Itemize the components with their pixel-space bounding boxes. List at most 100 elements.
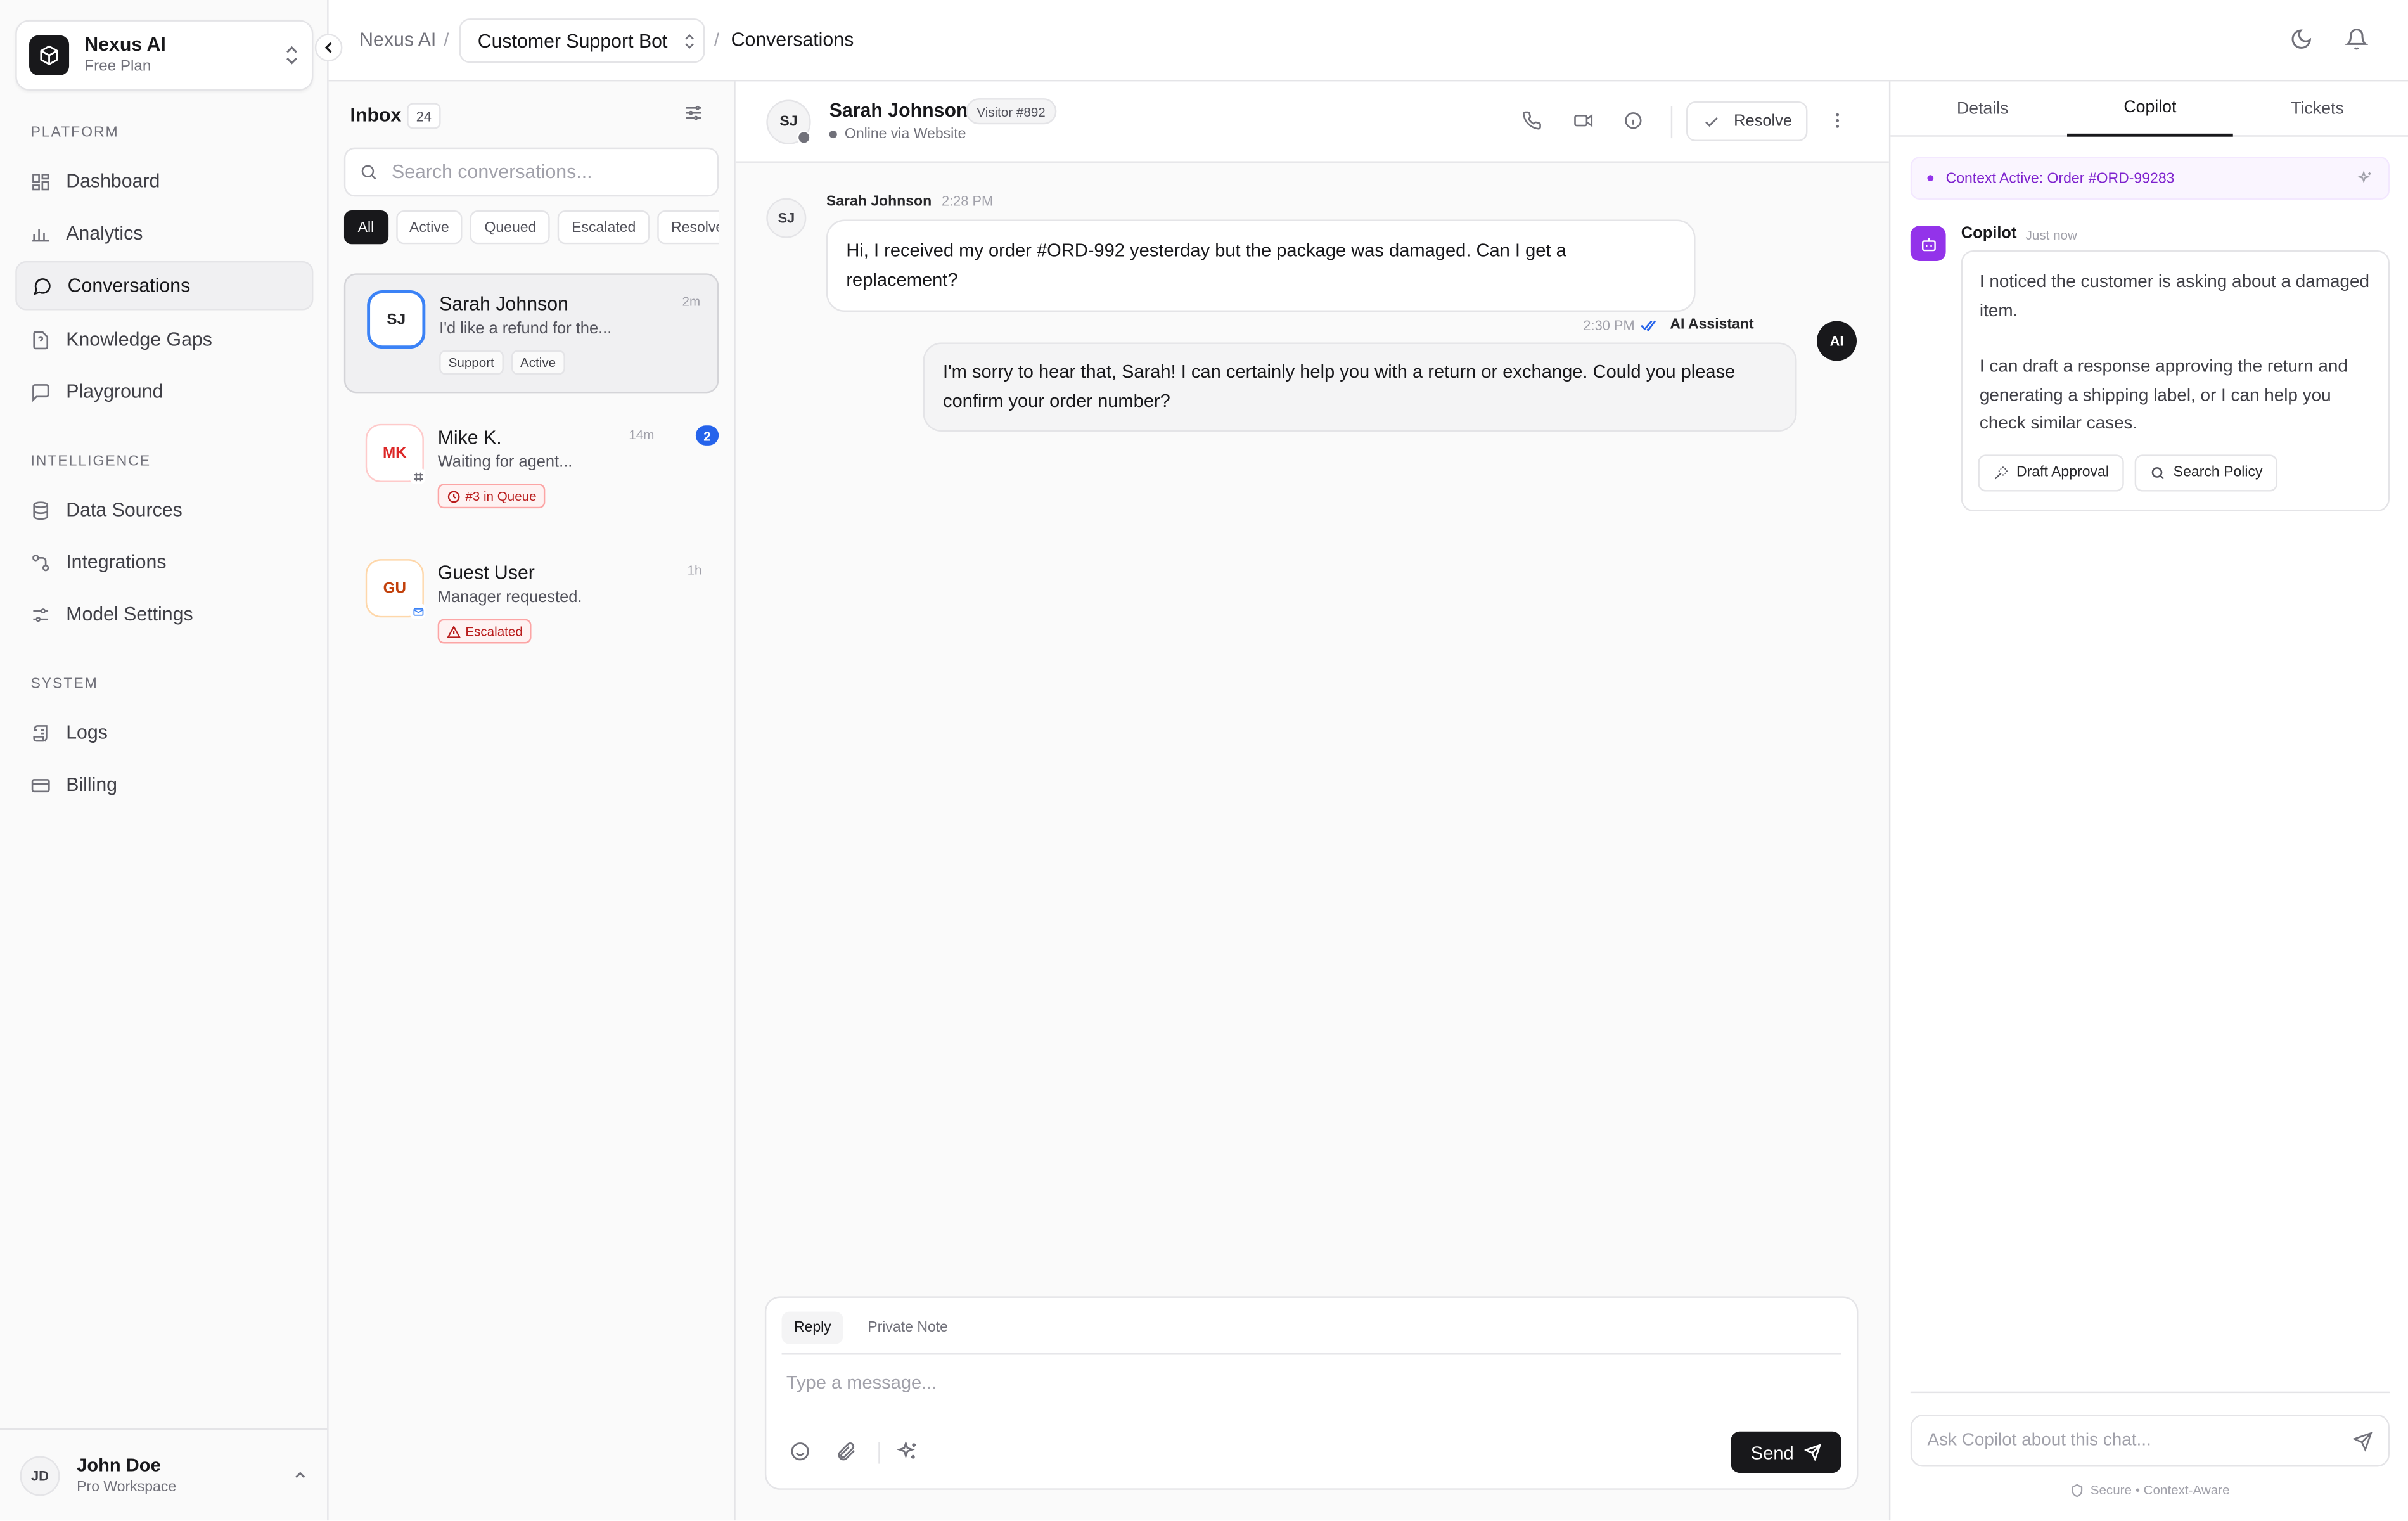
tab-tickets[interactable]: Tickets [2234, 81, 2400, 136]
nav-item-data-sources[interactable]: Data Sources [15, 485, 313, 535]
chat-panel: SJ Sarah Johnson Visitor #892 Online via… [735, 81, 1889, 1521]
tag-active: Active [511, 350, 565, 375]
conversation-avatar-initials: SJ [387, 311, 406, 328]
action-label: Search Policy [2173, 463, 2263, 480]
double-check-icon [1641, 319, 1659, 331]
nav-item-conversations[interactable]: Conversations [15, 260, 314, 311]
paperclip-icon[interactable] [835, 1441, 858, 1463]
chat-header: SJ Sarah Johnson Visitor #892 Online via… [735, 81, 1889, 163]
search-box [343, 147, 719, 197]
nav-label: Billing [66, 774, 118, 796]
chevrons-up-down-icon [284, 46, 299, 65]
filter-icon[interactable] [683, 103, 706, 125]
contact-avatar: SJ [766, 99, 811, 144]
secure-footer: Secure • Context-Aware [1890, 1482, 2408, 1498]
nav-item-integrations[interactable]: Integrations [15, 537, 313, 587]
message-sender: Sarah Johnson [826, 193, 932, 211]
inbox-panel: Inbox 24 All Active Queued Escalated Res… [328, 81, 736, 1521]
moon-icon[interactable] [2290, 28, 2314, 53]
emoji-icon[interactable] [790, 1441, 812, 1463]
message-avatar-initials: AI [1829, 333, 1844, 349]
context-text: Context Active: Order #ORD-99283 [1945, 169, 2175, 187]
breadcrumb-separator: / [444, 29, 449, 51]
resolve-label: Resolve [1734, 112, 1793, 131]
filter-chip-queued[interactable]: Queued [470, 210, 551, 245]
conversation-time: 2m [682, 293, 701, 309]
conversation-avatar-initials: GU [383, 579, 407, 597]
message-circle-icon [32, 276, 53, 296]
nav-label: Conversations [67, 274, 191, 297]
check-icon [1703, 113, 1720, 130]
breadcrumb-root[interactable]: Nexus AI [359, 29, 436, 51]
nav-item-billing[interactable]: Billing [15, 760, 313, 810]
draft-approval-button[interactable]: Draft Approval [1978, 454, 2125, 492]
copilot-message-text: I noticed the customer is asking about a… [1979, 273, 2369, 321]
conversation-item-guest-user[interactable]: GU Guest User 1h Manager requested. Esca… [344, 544, 719, 664]
credit-card-icon [30, 775, 51, 795]
filter-chip-escalated[interactable]: Escalated [558, 210, 650, 245]
mail-icon [410, 603, 426, 619]
message-input[interactable] [786, 1371, 1831, 1394]
sidebar: Nexus AI Free Plan PLATFORM Dashboard An… [0, 0, 343, 1521]
filter-chip-active[interactable]: Active [395, 210, 463, 245]
conversation-item-sarah-johnson[interactable]: SJ Sarah Johnson 2m I'd like a refund fo… [343, 273, 719, 394]
contact-name: Sarah Johnson [829, 99, 968, 122]
header-divider [1670, 106, 1673, 139]
nav-item-playground[interactable]: Playground [15, 367, 313, 416]
tab-details[interactable]: Details [1900, 81, 2066, 136]
user-avatar: JD [20, 1455, 60, 1496]
secure-text: Secure • Context-Aware [2090, 1482, 2230, 1498]
conversation-time: 1h [687, 562, 702, 578]
tab-copilot[interactable]: Copilot [2067, 81, 2233, 137]
dashboard-icon [30, 171, 51, 191]
ask-copilot-input[interactable] [1927, 1431, 2327, 1450]
user-workspace: Pro Workspace [77, 1478, 177, 1496]
nav-item-dashboard[interactable]: Dashboard [15, 157, 313, 206]
nav-item-analytics[interactable]: Analytics [15, 209, 313, 259]
alert-triangle-icon [447, 624, 461, 638]
ask-copilot-box [1910, 1415, 2390, 1467]
nav-label: Data Sources [66, 499, 183, 521]
copilot-name: Copilot [1961, 224, 2017, 243]
conversation-preview: Waiting for agent... [437, 452, 573, 472]
send-label: Send [1750, 1441, 1794, 1463]
send-icon[interactable] [2352, 1432, 2374, 1453]
message-avatar-customer: SJ [766, 198, 807, 238]
send-button[interactable]: Send [1731, 1431, 1841, 1473]
wand-icon [1994, 465, 2009, 480]
nav-section-system: SYSTEM [30, 676, 98, 693]
copilot-panel: Details Copilot Tickets Context Active: … [1888, 81, 2408, 1521]
message-time: 2:28 PM [941, 193, 994, 209]
workspace-plan: Free Plan [84, 58, 151, 75]
search-input[interactable] [391, 161, 699, 183]
bot-select[interactable]: Customer Support Bot [459, 18, 705, 63]
online-dot [829, 130, 837, 139]
nav-item-model-settings[interactable]: Model Settings [15, 590, 313, 639]
user-menu[interactable]: JD John Doe Pro Workspace [0, 1428, 328, 1520]
composer-tools-divider [878, 1442, 880, 1464]
sparkles-icon[interactable] [897, 1441, 919, 1463]
nav-item-logs[interactable]: Logs [15, 708, 313, 757]
filter-chip-resolved[interactable]: Resolved [657, 210, 719, 245]
conversation-item-mike-k[interactable]: MK Mike K. 14m Waiting for agent... #3 i… [344, 409, 719, 529]
inbox-count-badge: 24 [407, 103, 441, 129]
plug-icon [30, 552, 51, 572]
info-icon[interactable] [1623, 110, 1645, 132]
search-policy-button[interactable]: Search Policy [2135, 454, 2278, 492]
phone-icon[interactable] [1522, 110, 1544, 132]
chevron-up-icon [293, 1468, 307, 1482]
resolve-button[interactable]: Resolve [1686, 101, 1808, 141]
nav-label: Dashboard [66, 170, 160, 192]
video-icon[interactable] [1573, 110, 1594, 132]
bell-icon[interactable] [2345, 28, 2370, 53]
workspace-switcher[interactable]: Nexus AI Free Plan [15, 20, 314, 91]
tab-reply[interactable]: Reply [781, 1311, 844, 1344]
filter-chip-all[interactable]: All [343, 210, 388, 245]
database-icon [30, 500, 51, 520]
more-vertical-icon[interactable] [1828, 110, 1849, 132]
tab-private-note[interactable]: Private Note [855, 1312, 960, 1344]
nav-item-knowledge-gaps[interactable]: Knowledge Gaps [15, 315, 313, 364]
sparkles-icon[interactable] [2357, 170, 2374, 188]
nav-section-intelligence: INTELLIGENCE [30, 452, 151, 470]
collapse-sidebar-button[interactable] [314, 34, 343, 61]
